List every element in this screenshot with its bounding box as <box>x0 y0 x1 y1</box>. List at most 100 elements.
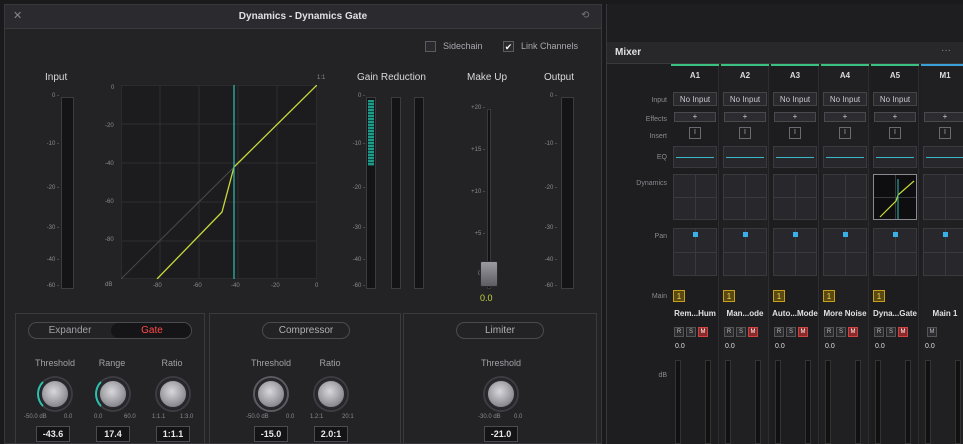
eq-thumbnail[interactable] <box>923 146 963 168</box>
dynamics-thumbnail[interactable] <box>723 174 767 220</box>
eq-thumbnail[interactable] <box>873 146 917 168</box>
solo-button[interactable]: S <box>786 327 796 337</box>
dynamics-thumbnail[interactable] <box>923 174 963 220</box>
dynamics-thumbnail[interactable] <box>823 174 867 220</box>
effects-add-button[interactable]: + <box>674 112 716 122</box>
transfer-graph[interactable] <box>121 85 317 279</box>
pan-thumbnail[interactable] <box>873 228 917 276</box>
reset-icon[interactable]: ⟲ <box>581 10 589 21</box>
gate-threshold-value[interactable]: -43.6 <box>36 426 70 442</box>
mute-button[interactable]: M <box>748 327 758 337</box>
track-name: Auto...Mode <box>772 309 818 318</box>
expander-tab[interactable]: Expander <box>29 323 111 338</box>
solo-button[interactable]: S <box>886 327 896 337</box>
comp-ratio-knob[interactable] <box>316 379 346 409</box>
pan-thumbnail[interactable] <box>823 228 867 276</box>
effects-add-button[interactable]: + <box>924 112 963 122</box>
effects-add-button[interactable]: + <box>824 112 866 122</box>
main-assign-button[interactable]: 1 <box>723 290 735 302</box>
mute-button[interactable]: M <box>898 327 908 337</box>
input-select[interactable]: No Input <box>723 92 767 106</box>
link-channels-checkbox[interactable]: ✔ <box>503 41 514 52</box>
input-select[interactable]: No Input <box>873 92 917 106</box>
pan-thumbnail[interactable] <box>773 228 817 276</box>
insert-button[interactable]: I <box>939 127 951 139</box>
dyn-grid-v <box>945 175 946 219</box>
volume-fader-track[interactable] <box>905 360 911 444</box>
pan-thumbnail[interactable] <box>923 228 963 276</box>
input-select[interactable]: No Input <box>673 92 717 106</box>
record-button[interactable]: R <box>874 327 884 337</box>
solo-button[interactable]: S <box>836 327 846 337</box>
gate-ratio-knob[interactable] <box>158 379 188 409</box>
limiter-threshold-value[interactable]: -21.0 <box>484 426 518 442</box>
volume-fader-track[interactable] <box>955 360 961 444</box>
main-assign-button[interactable]: 1 <box>773 290 785 302</box>
mixer-menu-icon[interactable]: ··· <box>941 45 951 56</box>
volume-fader-track[interactable] <box>855 360 861 444</box>
gate-threshold-min: -50.0 dB <box>24 414 47 420</box>
insert-button[interactable]: I <box>789 127 801 139</box>
insert-button[interactable]: I <box>839 127 851 139</box>
main-assign-button[interactable]: 1 <box>673 290 685 302</box>
dynamics-thumbnail[interactable] <box>773 174 817 220</box>
record-button[interactable]: R <box>724 327 734 337</box>
main-assign-button[interactable]: 1 <box>823 290 835 302</box>
gate-tab[interactable]: Gate <box>111 323 191 338</box>
dyn-grid-h <box>924 197 963 198</box>
gate-range-value[interactable]: 17.4 <box>96 426 130 442</box>
insert-button[interactable]: I <box>689 127 701 139</box>
pan-thumbnail[interactable] <box>723 228 767 276</box>
comp-threshold-value[interactable]: -15.0 <box>254 426 288 442</box>
level-meter <box>875 360 881 444</box>
solo-button[interactable]: S <box>686 327 696 337</box>
mute-button[interactable]: M <box>848 327 858 337</box>
expander-gate-toggle[interactable]: Expander Gate <box>28 322 192 339</box>
comp-threshold-label: Threshold <box>250 358 292 368</box>
comp-threshold-knob[interactable] <box>256 379 286 409</box>
makeup-value: 0.0 <box>480 293 493 303</box>
makeup-ticks: +20 - +15 - +10 - +5 - 0 - <box>455 105 485 285</box>
pan-thumbnail[interactable] <box>673 228 717 276</box>
eq-thumbnail[interactable] <box>773 146 817 168</box>
dynamics-thumbnail[interactable] <box>873 174 917 220</box>
record-button[interactable]: R <box>674 327 684 337</box>
eq-thumbnail[interactable] <box>723 146 767 168</box>
main-assign-button[interactable]: 1 <box>873 290 885 302</box>
mute-button[interactable]: M <box>698 327 708 337</box>
dynamics-thumbnail[interactable] <box>673 174 717 220</box>
record-button[interactable]: R <box>774 327 784 337</box>
eq-curve <box>926 157 963 158</box>
volume-fader-track[interactable] <box>755 360 761 444</box>
gate-range-knob[interactable] <box>98 379 128 409</box>
graph-y-tick: dB <box>105 282 113 288</box>
input-select[interactable]: No Input <box>823 92 867 106</box>
eq-thumbnail[interactable] <box>823 146 867 168</box>
gate-threshold-knob[interactable] <box>40 379 70 409</box>
volume-fader-track[interactable] <box>805 360 811 444</box>
mixer-panel: Mixer ··· Input Effects Insert EQ Dynami… <box>606 4 963 444</box>
solo-button[interactable]: S <box>736 327 746 337</box>
compressor-toggle[interactable]: Compressor <box>262 322 350 339</box>
gate-ratio-value[interactable]: 1:1.1 <box>156 426 190 442</box>
mute-button[interactable]: M <box>927 327 937 337</box>
limiter-threshold-knob[interactable] <box>486 379 516 409</box>
insert-button[interactable]: I <box>739 127 751 139</box>
dyn-grid-v <box>695 175 696 219</box>
makeup-fader-handle[interactable] <box>480 261 498 287</box>
channel-header: A1 <box>689 71 701 80</box>
effects-add-button[interactable]: + <box>724 112 766 122</box>
insert-button[interactable]: I <box>889 127 901 139</box>
meter-tick: -10 - <box>46 141 59 147</box>
limiter-toggle[interactable]: Limiter <box>456 322 544 339</box>
eq-thumbnail[interactable] <box>673 146 717 168</box>
mute-button[interactable]: M <box>798 327 808 337</box>
gate-threshold-max: 0.0 <box>64 414 73 420</box>
effects-add-button[interactable]: + <box>874 112 916 122</box>
effects-add-button[interactable]: + <box>774 112 816 122</box>
record-button[interactable]: R <box>824 327 834 337</box>
input-select[interactable]: No Input <box>773 92 817 106</box>
sidechain-checkbox[interactable] <box>425 41 436 52</box>
comp-ratio-value[interactable]: 2.0:1 <box>314 426 348 442</box>
volume-fader-track[interactable] <box>705 360 711 444</box>
